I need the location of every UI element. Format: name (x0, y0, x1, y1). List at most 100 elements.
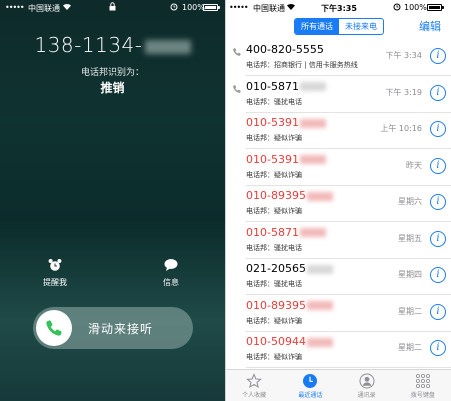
info-icon[interactable]: i (430, 84, 446, 101)
call-row[interactable]: 010-89395 电话邦：疑似诈骗 星期二 i (226, 296, 451, 332)
call-number: 010-89395 (246, 299, 333, 312)
caller-tag: 电话邦：疑似诈骗 (246, 316, 302, 325)
call-number: 021-20565 (246, 262, 333, 275)
info-icon[interactable]: i (430, 303, 446, 320)
caller-number-text: 138-1134- (34, 33, 143, 57)
tab-keypad[interactable]: 拨号键盘 (395, 370, 451, 401)
call-row[interactable]: 400-820-5555 电话邦：招商银行 | 信用卡服务热线 下午 3:34 i (226, 40, 451, 76)
call-number-text: 010-5871 (246, 79, 299, 93)
caller-tag: 电话邦：骚扰电话 (246, 280, 302, 288)
call-number: 010-5871 (246, 80, 326, 93)
caller-tag: 电话邦：疑似诈骗 (246, 134, 302, 142)
call-time: 下午 3:19 (385, 87, 422, 97)
slide-to-answer-label: 滑动来接听 (88, 322, 154, 336)
outgoing-call-icon (233, 84, 241, 93)
call-number-text: 400-820-5555 (246, 43, 324, 56)
redacted-digits (144, 39, 191, 54)
call-time: 星期五 (398, 233, 422, 243)
remind-me-button[interactable]: 提醒我 (30, 258, 80, 288)
caller-tag: 电话邦：招商银行 | 信用卡服务热线 (246, 61, 358, 69)
call-time: 上午 10:16 (380, 124, 422, 133)
message-bubble-icon (164, 259, 178, 271)
wifi-icon (63, 3, 71, 10)
status-bar: ••••• 中国联通 下午3:35 100% (226, 0, 451, 14)
incoming-call-screen: ••••• 中国联通 100% 138-1134- 电话邦识别为： 推销 提醒我… (0, 0, 225, 401)
battery-percentage: 100% (404, 3, 427, 12)
redacted-digits (299, 118, 326, 128)
info-icon[interactable]: i (430, 157, 446, 174)
message-label: 信息 (163, 278, 179, 287)
tab-label: 个人收藏 (242, 392, 267, 399)
redacted-digits (299, 155, 326, 164)
call-time: 下午 3:34 (385, 51, 422, 60)
call-time: 星期四 (398, 270, 422, 279)
call-row[interactable]: 010-5391 电话邦：疑似诈骗 上午 10:16 i (226, 113, 451, 149)
call-row[interactable]: 010-89395 电话邦：疑似诈骗 星期六 i (226, 186, 451, 222)
call-number-text: 010-5871 (246, 225, 299, 239)
carrier-name: 中国联通 (253, 4, 285, 13)
redacted-digits (306, 264, 333, 274)
call-number-text: 010-5391 (246, 116, 299, 129)
call-number-text: 010-89395 (246, 189, 306, 202)
signal-strength: ••••• (5, 3, 25, 12)
answer-knob[interactable] (36, 310, 72, 346)
info-icon[interactable]: i (430, 230, 446, 247)
call-number-text: 010-89395 (246, 298, 306, 312)
redacted-digits (299, 82, 326, 91)
caller-number: 138-1134- (0, 33, 225, 57)
carrier-name: 中国联通 (28, 4, 60, 13)
star-icon (246, 373, 262, 389)
segment-missed-calls[interactable]: 未接来电 (339, 19, 383, 34)
info-icon[interactable]: i (430, 121, 446, 137)
battery-percentage: 100% (182, 3, 205, 12)
info-icon[interactable]: i (430, 48, 446, 64)
call-number: 010-89395 (246, 189, 333, 202)
call-row[interactable]: 021-20565 电话邦：骚扰电话 星期四 i (226, 259, 451, 295)
call-row[interactable]: 010-5391 电话邦：疑似诈骗 昨天 i (226, 150, 451, 186)
screenshot-root: ••••• 中国联通 100% 138-1134- 电话邦识别为： 推销 提醒我… (0, 0, 451, 401)
call-row[interactable]: 010-50944 电话邦：疑似诈骗 星期二 i (226, 332, 451, 368)
call-row[interactable]: 010-5871 电话邦：骚扰电话 星期五 i (226, 223, 451, 259)
redacted-digits (299, 228, 326, 237)
call-number-text: 010-50944 (246, 335, 306, 348)
info-icon[interactable]: i (430, 340, 446, 356)
message-button[interactable]: 信息 (146, 258, 196, 288)
edit-button[interactable]: 编辑 (419, 18, 441, 34)
call-time: 星期二 (398, 306, 422, 316)
keypad-icon (415, 373, 430, 388)
call-filter-segmented-control: 所有通话 未接来电 (294, 18, 384, 35)
redacted-digits (306, 337, 333, 347)
alarm-status-icon (393, 3, 401, 11)
tab-label: 最近通话 (298, 392, 323, 399)
call-row[interactable]: 010-5871 电话邦：骚扰电话 下午 3:19 i (226, 77, 451, 113)
info-icon[interactable]: i (430, 267, 446, 283)
redacted-digits (306, 301, 333, 310)
tab-star[interactable]: 个人收藏 (226, 370, 282, 401)
caller-tag: 电话邦：骚扰电话 (246, 97, 302, 106)
caller-tag: 电话邦：骚扰电话 (246, 243, 302, 252)
info-icon[interactable]: i (430, 194, 446, 210)
identified-by-label: 电话邦识别为： (80, 68, 144, 78)
call-number: 400-820-5555 (246, 43, 324, 56)
redacted-digits (306, 191, 333, 201)
caller-tag: 电话邦：疑似诈骗 (246, 353, 302, 361)
slide-to-answer-slider[interactable]: 滑动来接听 (33, 307, 193, 349)
call-number: 010-5391 (246, 153, 326, 166)
wifi-icon (287, 3, 295, 10)
status-bar: ••••• 中国联通 100% (0, 0, 225, 14)
tab-contacts[interactable]: 通讯录 (339, 370, 395, 401)
clock-icon (303, 374, 318, 388)
segment-all-calls[interactable]: 所有通话 (295, 19, 339, 34)
call-number: 010-50944 (246, 335, 333, 348)
tab-bar: 个人收藏 最近通话 通讯录 拨号键盘 (226, 369, 451, 401)
battery-icon (203, 4, 220, 11)
call-time: 昨天 (406, 160, 422, 170)
tab-label: 拨号键盘 (410, 392, 435, 399)
remind-me-label: 提醒我 (43, 278, 67, 287)
caller-tag: 电话邦：疑似诈骗 (246, 207, 302, 215)
call-number: 010-5871 (246, 226, 326, 239)
tab-clock[interactable]: 最近通话 (282, 370, 338, 401)
tab-label: 通讯录 (357, 392, 376, 399)
lock-icon (109, 2, 116, 11)
row-separator (246, 367, 451, 368)
